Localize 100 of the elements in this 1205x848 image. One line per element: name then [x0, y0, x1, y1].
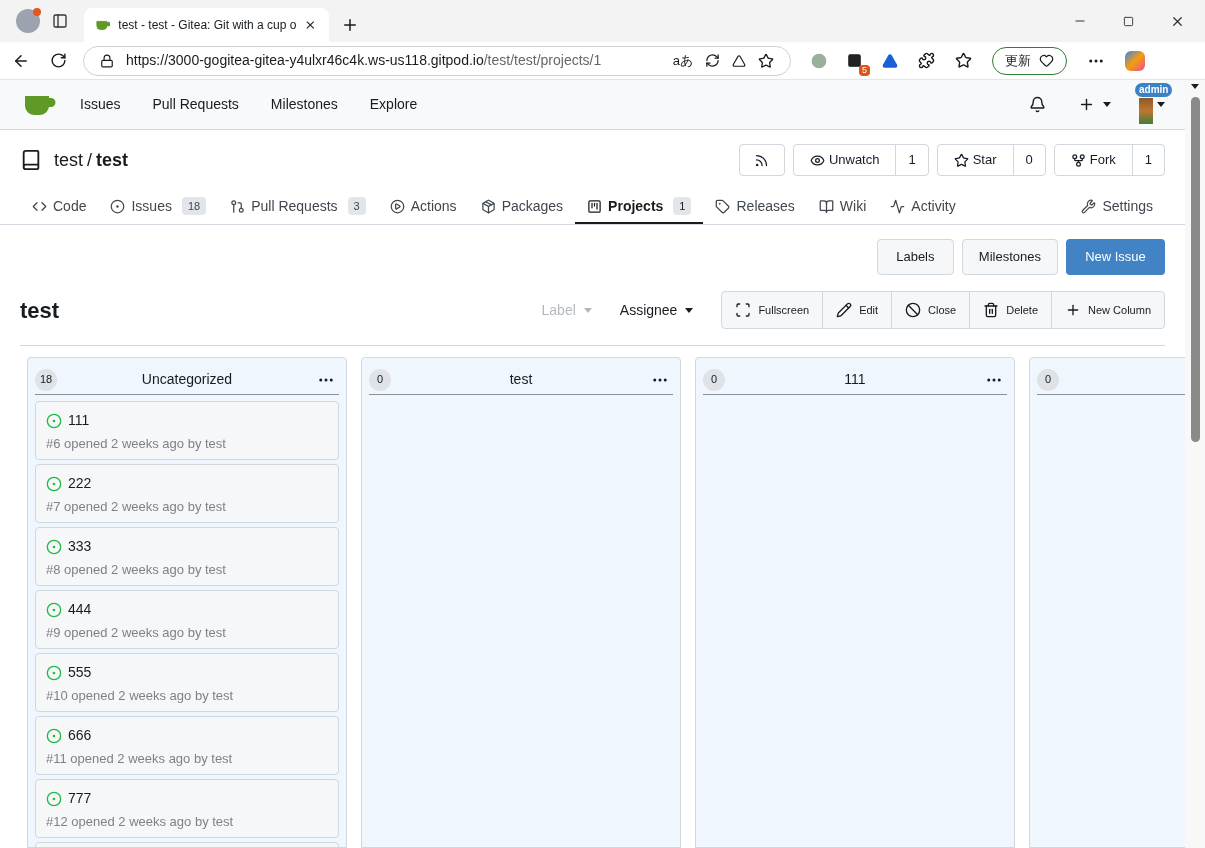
open-issue-icon: [46, 664, 62, 681]
issue-card[interactable]: 666 #11 opened 2 weeks ago by test: [35, 716, 339, 775]
issue-card[interactable]: 111 #6 opened 2 weeks ago by test: [35, 401, 339, 460]
close-icon[interactable]: [304, 18, 317, 32]
repo-tab[interactable]: Wiki: [806, 190, 879, 224]
trash-icon: [983, 302, 1000, 318]
repo-action-button[interactable]: Unwatch: [793, 145, 897, 175]
open-issue-icon: [46, 727, 62, 744]
tea-cup-icon: [96, 19, 111, 31]
kanban-icon: [587, 198, 603, 214]
repo-action-count[interactable]: 1: [1132, 145, 1164, 175]
scrollbar[interactable]: [1185, 80, 1205, 848]
toolbar-button[interactable]: Close: [891, 292, 970, 328]
extension-badge: 5: [859, 65, 870, 76]
plus-icon: [1078, 96, 1095, 113]
column-count: 18: [35, 368, 57, 391]
new-issue-button[interactable]: New Issue: [1066, 239, 1165, 275]
toolbar-button[interactable]: Edit: [822, 292, 892, 328]
caret-icon: [1191, 84, 1199, 89]
page-button[interactable]: Labels: [876, 239, 954, 275]
avatar-badge: admin: [1135, 82, 1173, 97]
repo-tab[interactable]: Settings: [1069, 190, 1165, 224]
issue-icon: [110, 198, 126, 214]
issue-meta: #6 opened 2 weeks ago by test: [46, 435, 227, 453]
notification-icon[interactable]: [1029, 96, 1046, 113]
repo-tab[interactable]: Packages: [468, 190, 576, 224]
copilot-icon[interactable]: [1125, 50, 1145, 71]
rss-button[interactable]: [738, 144, 785, 176]
logo-icon[interactable]: [24, 93, 56, 116]
caret-icon: [685, 307, 694, 313]
open-issue-icon: [46, 475, 62, 492]
repo-action-button[interactable]: Fork: [1054, 145, 1133, 175]
translate-icon[interactable]: aあ: [672, 50, 693, 71]
column-count: 0: [703, 368, 725, 391]
path-separator: /: [87, 148, 93, 172]
repo-tab[interactable]: Projects 1: [575, 190, 704, 224]
project-title: test: [20, 296, 60, 325]
issue-title[interactable]: 111: [68, 410, 90, 431]
column-title: test: [508, 370, 534, 389]
issue-title[interactable]: 777: [68, 788, 92, 809]
browser-tab[interactable]: test - test - Gitea: Git with a cup o: [84, 8, 329, 42]
toolbar-button[interactable]: Fullscreen: [722, 292, 823, 328]
scrollbar-thumb[interactable]: [1190, 97, 1200, 442]
open-issue-icon: [46, 601, 62, 618]
heart-icon: [1039, 53, 1054, 68]
profile-icon[interactable]: [16, 9, 40, 33]
play-icon: [389, 198, 405, 214]
package-icon: [480, 198, 496, 214]
issue-title[interactable]: 444: [68, 599, 92, 620]
repo-tab[interactable]: Pull Requests 3: [218, 190, 378, 224]
refresh-icon[interactable]: [705, 53, 720, 68]
extensions-icon[interactable]: [918, 52, 935, 69]
reload-icon[interactable]: [50, 52, 67, 69]
repo-action-count[interactable]: 0: [1013, 145, 1045, 175]
nav-link[interactable]: Issues: [80, 94, 121, 115]
repo-name[interactable]: test: [96, 146, 129, 174]
issue-card[interactable]: 333 #8 opened 2 weeks ago by test: [35, 527, 339, 586]
repo-tab[interactable]: Activity: [878, 190, 968, 224]
issue-card[interactable]: 555 #10 opened 2 weeks ago by test: [35, 653, 339, 712]
repo-owner[interactable]: test: [54, 146, 83, 174]
repo-tab[interactable]: Issues 18: [98, 190, 219, 224]
open-issue-icon: [46, 538, 62, 555]
favorites-icon[interactable]: [955, 52, 972, 69]
issue-card[interactable]: 777 #12 opened 2 weeks ago by test: [35, 779, 339, 838]
issue-meta: #9 opened 2 weeks ago by test: [46, 624, 227, 642]
repo-action-count[interactable]: 1: [896, 145, 928, 175]
nav-link[interactable]: Milestones: [270, 94, 338, 115]
issue-title[interactable]: 333: [68, 536, 92, 557]
issue-title[interactable]: 666: [68, 725, 92, 746]
toolbar-button[interactable]: New Column: [1051, 292, 1164, 328]
repo-action-button[interactable]: Star: [937, 145, 1014, 175]
toolbar-button[interactable]: Delete: [969, 292, 1052, 328]
url-text: https://3000-gogitea-gitea-y4ulxr46c4k.ws-us118.gitpod.io/test/test/projects/1: [126, 51, 603, 70]
favorite-icon[interactable]: [758, 52, 774, 69]
nav-link[interactable]: Explore: [369, 94, 418, 115]
pull-request-icon: [230, 198, 246, 214]
extension-icon[interactable]: [847, 53, 862, 68]
column-title: Uncategorized: [140, 370, 234, 389]
issue-title[interactable]: 222: [68, 473, 92, 494]
issue-meta: #12 opened 2 weeks ago by test: [46, 813, 235, 831]
nav-link[interactable]: Pull Requests: [152, 94, 239, 115]
fullscreen-icon: [735, 302, 752, 318]
page-button[interactable]: Milestones: [961, 239, 1058, 275]
wrench-icon: [1081, 198, 1097, 214]
new-tab-icon[interactable]: [341, 16, 359, 34]
repo-icon: [20, 149, 42, 171]
issue-meta: #11 opened 2 weeks ago by test: [46, 750, 234, 768]
tab-panel-icon[interactable]: [52, 13, 68, 29]
count-badge: 3: [347, 196, 366, 216]
issue-card[interactable]: 444 #9 opened 2 weeks ago by test: [35, 590, 339, 649]
create-menu[interactable]: [1078, 96, 1111, 113]
issue-card[interactable]: 222 #7 opened 2 weeks ago by test: [35, 464, 339, 523]
maximize-icon[interactable]: [1123, 15, 1134, 27]
issue-title[interactable]: 555: [68, 662, 92, 683]
repo-tab[interactable]: Actions: [377, 190, 469, 224]
fork-icon: [1070, 152, 1086, 168]
avatar[interactable]: [1139, 97, 1153, 124]
repo-tab[interactable]: Releases: [703, 190, 807, 224]
filter-dropdown[interactable]: Assignee: [619, 299, 694, 321]
repo-tab[interactable]: Code: [20, 190, 99, 224]
